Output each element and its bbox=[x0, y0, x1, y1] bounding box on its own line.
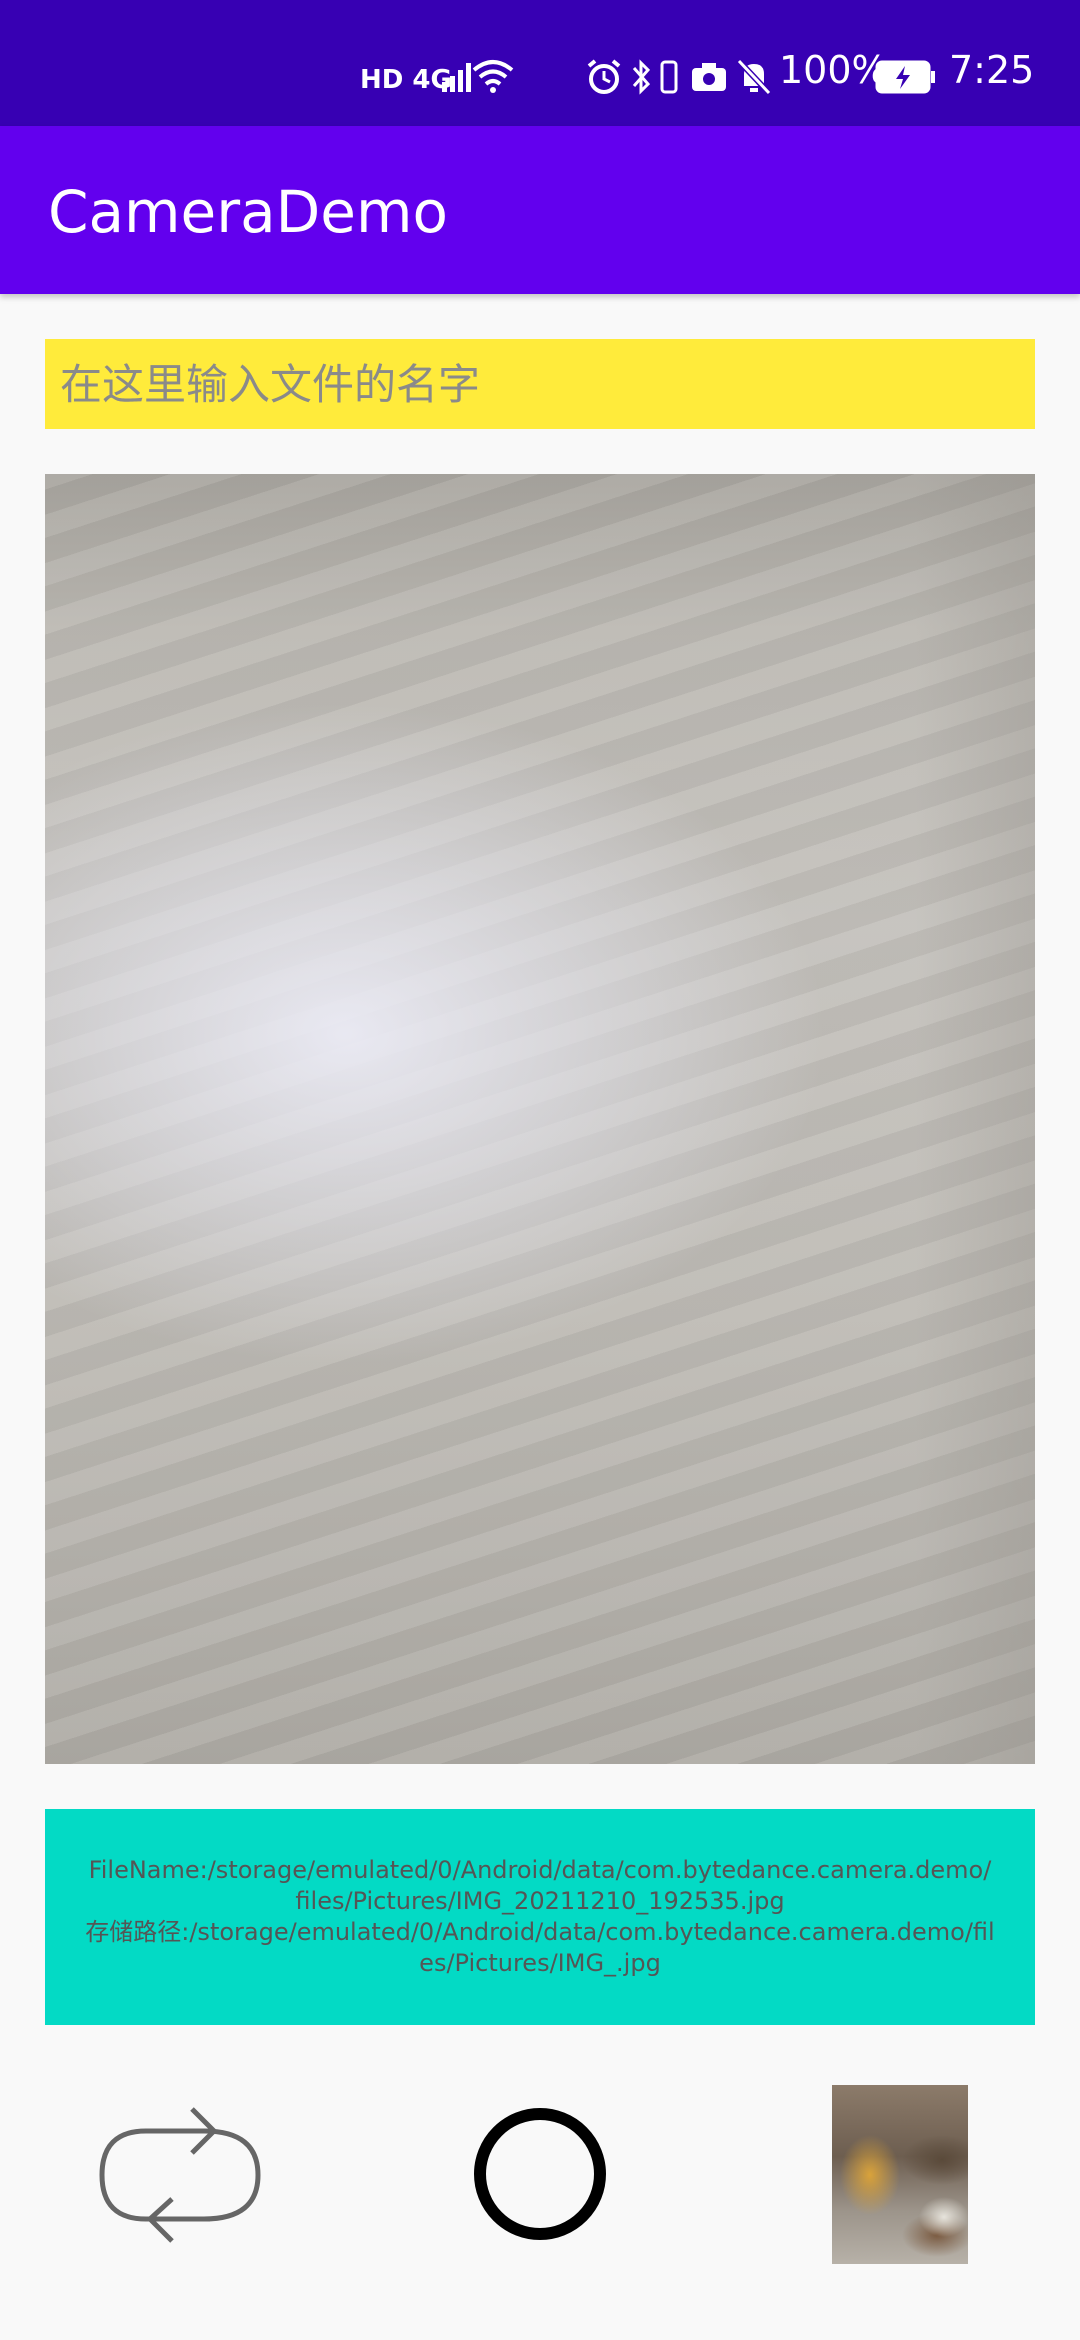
switch-camera-icon bbox=[99, 2107, 261, 2243]
save-path-panel: FileName:/storage/emulated/0/Android/dat… bbox=[45, 1809, 1035, 2025]
app-title: CameraDemo bbox=[48, 178, 448, 246]
battery-percent: 100% bbox=[779, 48, 888, 92]
bluetooth-icon bbox=[630, 58, 654, 103]
camera-preview bbox=[45, 474, 1035, 1764]
wifi-icon bbox=[470, 58, 516, 101]
clock-time: 7:25 bbox=[949, 48, 1035, 92]
filename-path-text: FileName:/storage/emulated/0/Android/dat… bbox=[88, 1856, 992, 1915]
mute-icon bbox=[736, 58, 772, 103]
app-bar: CameraDemo bbox=[0, 126, 1080, 294]
shutter-button[interactable] bbox=[474, 2108, 606, 2240]
preview-shadow bbox=[915, 474, 1035, 1764]
alarm-icon bbox=[585, 58, 623, 103]
battery-charging-icon bbox=[875, 60, 937, 101]
hd-signal-label: HD 4G bbox=[360, 65, 452, 95]
camera-icon bbox=[690, 60, 728, 100]
vibrate-icon bbox=[658, 60, 680, 101]
switch-camera-button[interactable] bbox=[90, 2095, 270, 2255]
last-photo-thumbnail[interactable] bbox=[832, 2085, 968, 2264]
storage-path-text: 存储路径:/storage/emulated/0/Android/data/co… bbox=[85, 1918, 995, 1977]
filename-input[interactable] bbox=[45, 339, 1035, 429]
status-bar: HD 4G 100% 7:25 bbox=[0, 0, 1080, 126]
